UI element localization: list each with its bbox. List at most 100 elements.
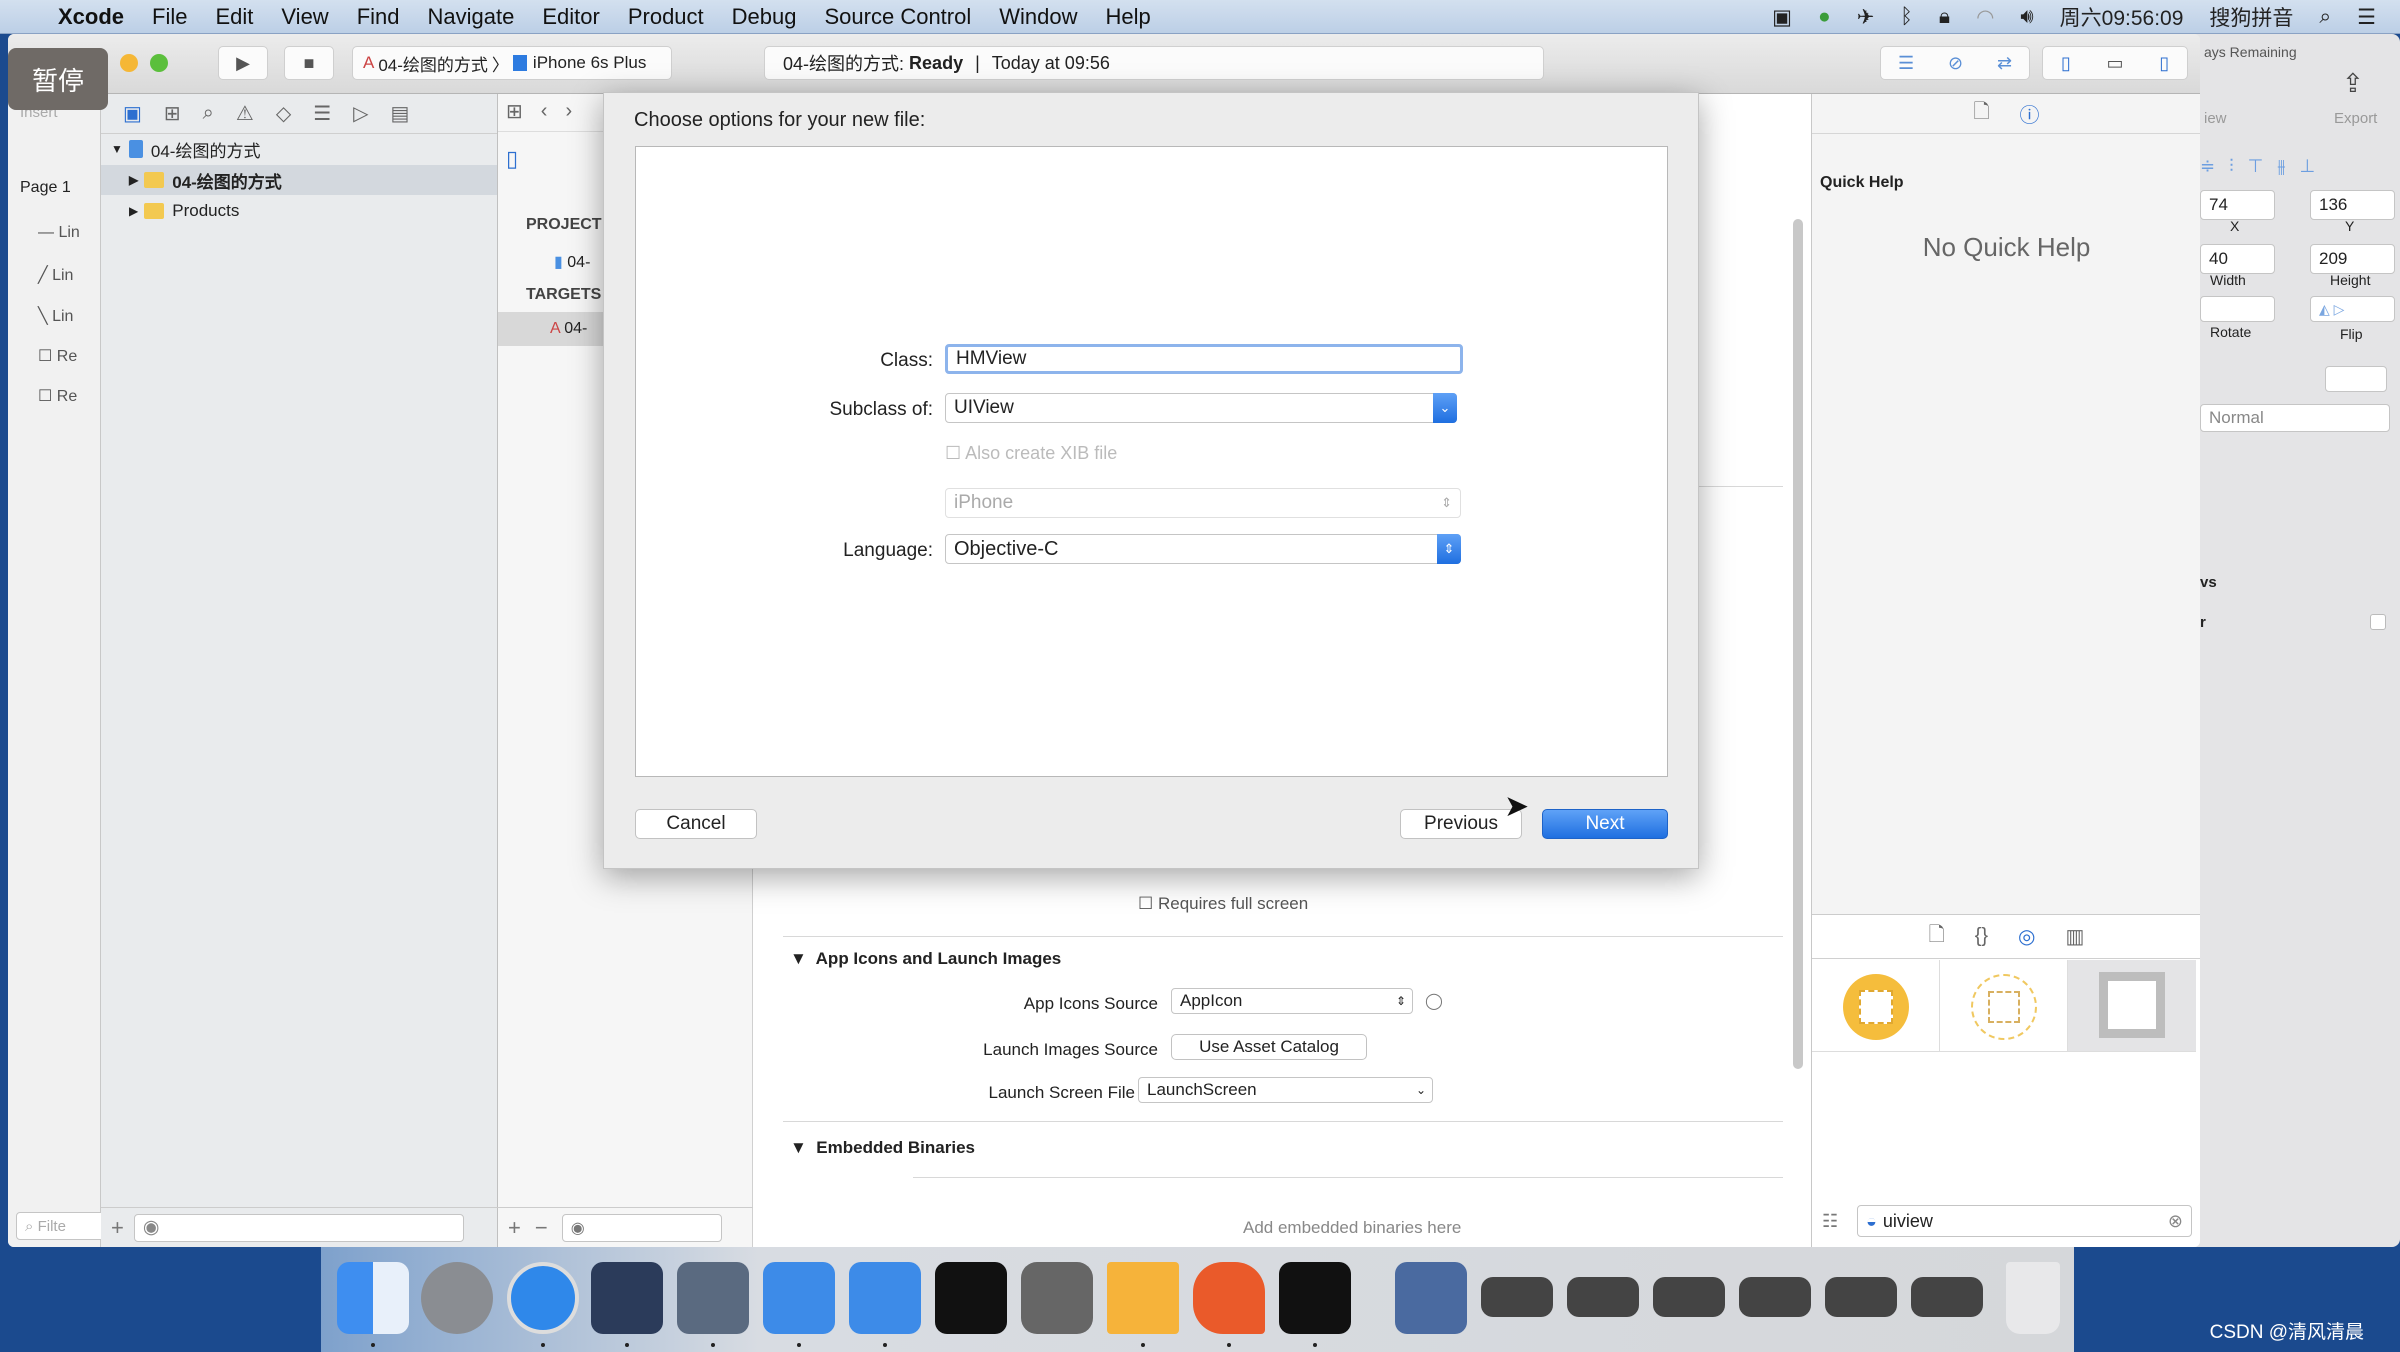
tree-item-group[interactable]: ▶ 04-绘图的方式: [101, 165, 497, 195]
exec-icon[interactable]: [1279, 1262, 1351, 1334]
symbol-navigator-icon[interactable]: ⊞: [164, 101, 181, 126]
code-snippet-library-icon[interactable]: {}: [1975, 925, 1988, 948]
list-view-icon[interactable]: ☷: [1822, 1211, 1838, 1232]
scrollbar[interactable]: [1793, 219, 1803, 1069]
class-field[interactable]: HMView: [945, 344, 1463, 374]
screenshot-file-icon[interactable]: [1739, 1277, 1811, 1317]
xcode-icon[interactable]: [763, 1262, 835, 1334]
add-icon[interactable]: +: [111, 1215, 124, 1241]
device-popup[interactable]: iPhone ⇕: [945, 488, 1461, 518]
library-search-field[interactable]: ◒ uiview ⊗: [1857, 1205, 2192, 1237]
menu-xcode[interactable]: Xcode: [58, 4, 124, 30]
menu-debug[interactable]: Debug: [732, 4, 797, 30]
media-library-icon[interactable]: ▥: [2066, 924, 2085, 949]
launchpad-icon[interactable]: [421, 1262, 493, 1334]
screenshot-file-icon[interactable]: [1653, 1277, 1725, 1317]
width-field[interactable]: 40: [2200, 244, 2275, 274]
y-field[interactable]: 136: [2310, 190, 2395, 220]
scheme-name[interactable]: 04-绘图的方式: [378, 51, 488, 76]
airplane-icon[interactable]: ✈: [1857, 5, 1875, 30]
menu-help[interactable]: Help: [1106, 4, 1151, 30]
export-label[interactable]: Export: [2334, 110, 2377, 127]
blend-popup[interactable]: Normal: [2200, 404, 2390, 432]
navigator-filter-field[interactable]: ◉: [133, 1213, 464, 1242]
xib-checkbox[interactable]: ☐ Also create XIB file: [945, 443, 1117, 464]
clock[interactable]: 周六09:56:09: [2060, 2, 2184, 32]
popup-label[interactable]: r: [2200, 614, 2206, 631]
forward-icon[interactable]: ›: [565, 100, 572, 123]
project-navigator-icon[interactable]: ▣: [123, 101, 142, 126]
line-item[interactable]: — Lin: [38, 224, 80, 242]
minimize-button[interactable]: [120, 54, 138, 72]
zoom-button[interactable]: [150, 54, 168, 72]
app-status-icon[interactable]: ●: [1818, 5, 1831, 29]
line-item[interactable]: ╲ Lin: [38, 306, 73, 326]
library-item-view[interactable]: [1812, 960, 1940, 1052]
report-navigator-icon[interactable]: ▤: [391, 101, 410, 126]
requires-full-screen-checkbox[interactable]: ☐ Requires full screen: [1138, 894, 1308, 914]
stop-button[interactable]: ■: [284, 46, 334, 80]
pause-overlay[interactable]: 暂停: [8, 48, 108, 110]
tree-root[interactable]: ▼ 04-绘图的方式: [101, 134, 497, 164]
run-button[interactable]: ▶: [218, 46, 268, 80]
height-field[interactable]: 209: [2310, 244, 2395, 274]
mouse-app-icon[interactable]: [591, 1262, 663, 1334]
cancel-button[interactable]: Cancel: [635, 809, 757, 839]
rotate-field[interactable]: [2200, 296, 2275, 322]
ime-menu[interactable]: 搜狗拼音: [2209, 2, 2293, 32]
alpha-field[interactable]: [2325, 366, 2387, 392]
video-app-icon[interactable]: [677, 1262, 749, 1334]
test-navigator-icon[interactable]: ◇: [276, 101, 291, 126]
safari-icon[interactable]: [507, 1262, 579, 1334]
menu-product[interactable]: Product: [628, 4, 704, 30]
issue-navigator-icon[interactable]: ⚠: [236, 101, 254, 126]
screenshot-file-icon[interactable]: [1911, 1277, 1983, 1317]
subclass-combo[interactable]: UIView ⌄: [945, 393, 1457, 423]
use-asset-catalog-button[interactable]: Use Asset Catalog: [1171, 1034, 1367, 1060]
find-navigator-icon[interactable]: ⌕: [203, 102, 214, 125]
clear-icon[interactable]: ⊗: [2168, 1211, 2183, 1232]
filter-field[interactable]: ⌕ Filte: [16, 1212, 106, 1240]
spotlight-icon[interactable]: ⌕: [2319, 5, 2331, 29]
standard-editor-icon[interactable]: ☰: [1898, 53, 1914, 74]
navigator-toggle-icon[interactable]: ▯: [2061, 53, 2071, 74]
menu-navigate[interactable]: Navigate: [428, 4, 515, 30]
wifi-icon[interactable]: ◠: [1976, 5, 1994, 30]
lock-icon[interactable]: 🔒︎: [1939, 5, 1950, 29]
file-template-library-icon[interactable]: 🗋︎: [1929, 920, 1945, 954]
hide-list-icon[interactable]: ▯: [506, 146, 518, 172]
menu-source-control[interactable]: Source Control: [825, 4, 972, 30]
next-button[interactable]: Next: [1542, 809, 1668, 839]
screen-record-icon[interactable]: ▣: [1772, 5, 1792, 30]
rect-item[interactable]: ☐ Re: [38, 386, 77, 406]
line-item[interactable]: ╱ Lin: [38, 265, 73, 285]
export-icon[interactable]: ⇪: [2342, 68, 2364, 99]
keynote-like-icon[interactable]: [1193, 1262, 1265, 1334]
sketch-icon[interactable]: [1107, 1262, 1179, 1334]
version-editor-icon[interactable]: ⇄: [1997, 53, 2012, 74]
embedded-binaries-section-header[interactable]: ▼ Embedded Binaries: [790, 1138, 975, 1158]
breakpoint-navigator-icon[interactable]: ▷: [353, 101, 368, 126]
screenshot-file-icon[interactable]: [1567, 1277, 1639, 1317]
back-icon[interactable]: ‹: [541, 100, 548, 123]
disclosure-closed-icon[interactable]: ▶: [129, 173, 138, 187]
tree-item-products[interactable]: ▶ Products: [101, 196, 497, 226]
menu-view[interactable]: View: [281, 4, 328, 30]
terminal-icon[interactable]: [935, 1262, 1007, 1334]
x-field[interactable]: 74: [2200, 190, 2275, 220]
editor-mode-buttons[interactable]: ☰ ⊘ ⇄: [1880, 46, 2030, 80]
rect-item[interactable]: ☐ Re: [38, 346, 77, 366]
list-filter-field[interactable]: ◉: [561, 1213, 722, 1242]
disclosure-closed-icon[interactable]: ▶: [129, 204, 138, 218]
media-player-icon[interactable]: [1395, 1262, 1467, 1334]
quick-help-icon[interactable]: ⓘ: [2020, 99, 2040, 128]
library-item-container-view[interactable]: [1940, 960, 2068, 1052]
related-items-icon[interactable]: ⊞: [506, 99, 523, 124]
file-inspector-icon[interactable]: 🗋︎: [1973, 97, 1989, 131]
app-icons-section-header[interactable]: ▼ App Icons and Launch Images: [790, 949, 1061, 969]
utilities-toggle-icon[interactable]: ▯: [2159, 53, 2169, 74]
device-name[interactable]: iPhone 6s Plus: [533, 53, 646, 73]
project-item[interactable]: ▮ 04-: [554, 252, 590, 272]
menu-edit[interactable]: Edit: [215, 4, 253, 30]
go-arrow-icon[interactable]: ◯: [1425, 991, 1443, 1011]
